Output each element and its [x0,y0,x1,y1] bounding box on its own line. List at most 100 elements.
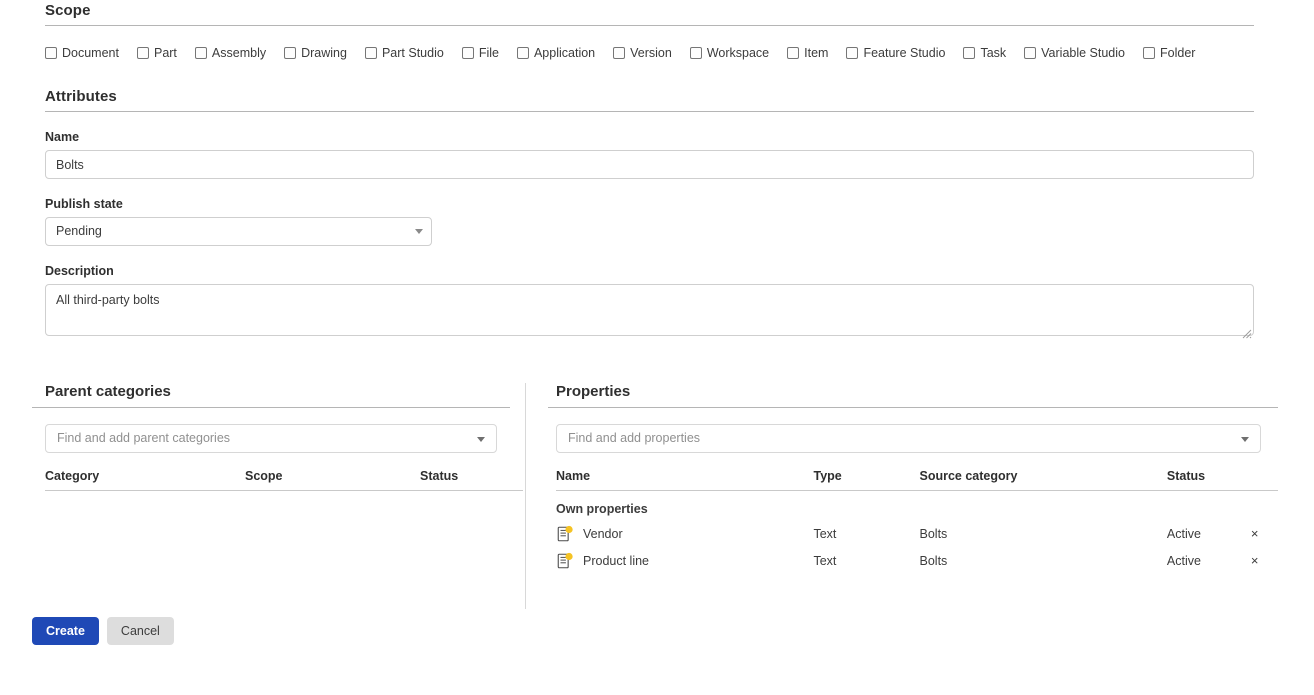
own-properties-label: Own properties [556,502,648,516]
scope-checkbox-row: Document Part Assembly Drawing Part Studio Fi… [45,46,1254,60]
scope-section: Scope Document Part Assembly Drawing Part St… [45,2,1254,60]
scope-checkbox-label: Task [980,46,1007,60]
name-input[interactable] [45,150,1254,179]
column-status: Status [1166,469,1248,491]
scope-checkbox-document[interactable]: Document [45,46,119,60]
publish-state-select[interactable]: Pending [45,217,432,246]
scope-checkbox-label: Feature Studio [863,46,946,60]
table-row[interactable]: Product line Text Bolts Active × [556,543,1278,570]
column-type: Type [813,469,920,491]
remove-property-icon[interactable]: × [1248,527,1262,541]
scope-checkbox-label: Drawing [301,46,347,60]
checkbox-icon[interactable] [846,47,859,59]
scope-checkbox-label: Assembly [211,46,267,60]
scope-checkbox-label: Part Studio [381,46,444,60]
properties-body: Own properties Vendor Text Bolts Active × Prod… [556,491,1278,571]
description-field-wrap [45,284,1254,341]
checkbox-icon[interactable] [689,47,702,59]
scope-checkbox-part[interactable]: Part [136,46,177,60]
cell-source-category: Bolts [919,527,948,541]
panels-container: Parent categories Find and add parent ca… [0,383,1314,613]
scope-checkbox-item[interactable]: Item [787,46,828,60]
scope-checkbox-label: Version [630,46,672,60]
column-status: Status [420,469,523,491]
cell-source-category: Bolts [919,554,948,568]
properties-rule [548,407,1278,408]
checkbox-icon[interactable] [461,47,474,59]
scope-checkbox-version[interactable]: Version [613,46,672,60]
parent-categories-search-placeholder: Find and add parent categories [57,431,231,445]
scope-checkbox-part-studio[interactable]: Part Studio [364,46,444,60]
property-name-label: Vendor [583,527,623,541]
checkbox-icon[interactable] [1024,47,1037,59]
description-label: Description [45,264,114,278]
checkbox-icon[interactable] [1143,47,1155,59]
properties-heading: Properties [556,383,631,400]
scope-checkbox-label: Variable Studio [1041,46,1125,60]
checkbox-icon[interactable] [787,47,800,59]
checkbox-icon[interactable] [194,47,207,59]
checkbox-icon[interactable] [963,47,976,59]
description-textarea[interactable] [45,284,1254,336]
attributes-heading: Attributes [45,88,1254,112]
cell-status: Active [1166,554,1201,568]
scope-checkbox-workspace[interactable]: Workspace [689,46,770,60]
parent-categories-panel: Parent categories Find and add parent ca… [32,383,523,491]
checkbox-icon[interactable] [613,47,626,59]
checkbox-icon[interactable] [516,47,529,59]
chevron-down-icon [477,437,485,442]
properties-search-placeholder: Find and add properties [568,431,701,445]
property-name-label: Product line [583,554,650,568]
remove-property-icon[interactable]: × [1248,554,1262,568]
checkbox-icon[interactable] [136,47,149,59]
table-header-row: Name Type Source category Status [556,469,1278,491]
cell-remove: × [1248,543,1278,570]
parent-categories-table: Category Scope Status [45,469,523,491]
checkbox-icon[interactable] [364,47,377,59]
scope-checkbox-feature-studio[interactable]: Feature Studio [846,46,945,60]
scope-checkbox-label: Document [62,46,119,60]
scope-checkbox-label: Workspace [706,46,770,60]
scope-checkbox-variable-studio[interactable]: Variable Studio [1024,46,1125,60]
properties-group-row: Own properties [556,491,1278,516]
scope-heading: Scope [45,2,1254,26]
scope-checkbox-label: Folder [1160,46,1196,60]
column-category: Category [45,469,245,491]
parent-categories-heading: Parent categories [45,383,171,400]
scope-checkbox-task[interactable]: Task [963,46,1006,60]
create-button[interactable]: Create [32,617,99,645]
cell-type: Text [813,527,837,541]
property-document-icon [557,552,573,569]
property-document-icon [557,525,573,542]
cell-name: Vendor [556,516,813,543]
cell-status: Active [1166,527,1201,541]
panel-divider [525,383,526,609]
publish-state-value: Pending [45,217,432,246]
scope-checkbox-assembly[interactable]: Assembly [194,46,267,60]
publish-state-label: Publish state [45,197,123,211]
scope-checkbox-folder[interactable]: Folder [1143,46,1195,60]
properties-table: Name Type Source category Status Own pro… [556,469,1278,570]
checkbox-icon[interactable] [284,47,297,59]
scope-checkbox-file[interactable]: File [461,46,499,60]
property-name-cell: Product line [556,552,813,570]
parent-categories-search[interactable]: Find and add parent categories [45,424,497,453]
column-scope: Scope [245,469,420,491]
scope-checkbox-label: Item [804,46,829,60]
properties-panel: Properties Find and add properties Name … [548,383,1278,570]
properties-search[interactable]: Find and add properties [556,424,1261,453]
checkbox-icon[interactable] [45,47,57,59]
scope-checkbox-label: Application [533,46,596,60]
property-name-cell: Vendor [556,525,813,543]
cell-type: Text [813,554,837,568]
attributes-section: Attributes Name Publish state Pending De… [45,88,1254,341]
cell-name: Product line [556,543,813,570]
category-editor-page: Scope Document Part Assembly Drawing Part St… [0,0,1314,695]
cell-remove: × [1248,516,1278,543]
cancel-button[interactable]: Cancel [106,617,174,645]
form-actions: Create Cancel [32,617,174,645]
table-row[interactable]: Vendor Text Bolts Active × [556,516,1278,543]
chevron-down-icon [415,229,423,234]
scope-checkbox-drawing[interactable]: Drawing [284,46,347,60]
scope-checkbox-application[interactable]: Application [516,46,596,60]
